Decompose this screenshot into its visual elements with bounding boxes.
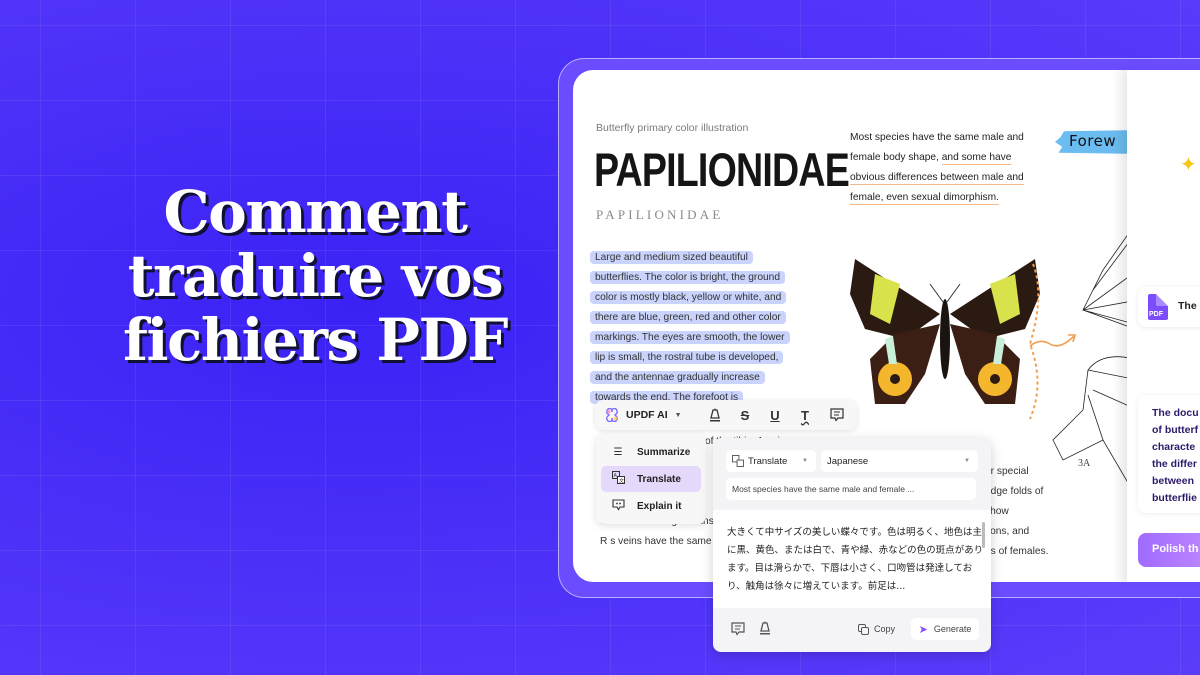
menu-item-label: Translate xyxy=(637,473,681,485)
curved-arrow-icon xyxy=(1029,334,1077,347)
text-line: or special xyxy=(985,466,1029,477)
underline-tool-button[interactable]: U xyxy=(763,400,787,430)
text-line[interactable]: markings. The eyes are smooth, the lower xyxy=(590,331,790,344)
menu-item-explain[interactable]: Explain it xyxy=(601,493,701,519)
menu-item-label: Summarize xyxy=(637,446,691,458)
squiggly-tool-button[interactable]: T xyxy=(793,400,817,430)
underline-icon: U xyxy=(770,407,780,423)
ai-action-menu: ☰ Summarize A文 Translate Explain it xyxy=(596,434,706,524)
pdf-file-name: The I xyxy=(1178,300,1200,312)
pdf-file-card[interactable]: PDF The I xyxy=(1138,287,1200,327)
menu-item-translate[interactable]: A文 Translate xyxy=(601,466,701,492)
chevron-down-icon: ▼ xyxy=(802,458,808,464)
right-paragraph-partial: or special edge folds of show sons, and … xyxy=(985,462,1048,562)
text-line: female body shape, xyxy=(850,152,942,163)
copy-icon xyxy=(858,623,869,635)
svg-text:A: A xyxy=(613,473,617,479)
highlighter-icon xyxy=(710,408,720,422)
menu-item-label: Explain it xyxy=(637,500,682,512)
chevron-down-icon: ▼ xyxy=(964,458,970,464)
summary-line: the differ xyxy=(1152,458,1197,470)
generate-button[interactable]: ➤ Generate xyxy=(911,618,979,640)
strikethrough-icon: S xyxy=(740,407,750,423)
underlined-text: female, even sexual dimorphism. xyxy=(850,192,999,205)
text-line[interactable]: color is mostly black, yellow or white, … xyxy=(590,291,787,304)
mode-select[interactable]: Translate ▼ xyxy=(726,450,816,472)
highlighter-icon xyxy=(760,621,770,635)
text-line[interactable]: lip is small, the rostral tube is develo… xyxy=(590,351,784,364)
translate-icon xyxy=(732,455,744,467)
squiggly-text-icon: T xyxy=(801,407,809,423)
underlined-text: and some have xyxy=(941,152,1012,165)
comment-tool-button[interactable] xyxy=(825,400,849,430)
translate-icon: A文 xyxy=(610,471,626,487)
headline: Comment traduire vos fichiers PDF xyxy=(95,180,535,372)
highlight-tool-button[interactable] xyxy=(703,400,727,430)
text-line: show xyxy=(985,506,1009,517)
doc-title: PAPILIONIDAE xyxy=(594,143,850,196)
polish-button[interactable]: Polish th xyxy=(1138,533,1200,567)
text-line[interactable]: butterflies. The color is bright, the gr… xyxy=(590,271,785,284)
language-select[interactable]: Japanese ▼ xyxy=(821,450,978,472)
mode-select-value: Translate xyxy=(748,455,788,467)
comment-icon xyxy=(830,408,844,422)
add-comment-button[interactable] xyxy=(731,622,745,641)
updf-ai-dropdown[interactable]: UPDF AI ▼ xyxy=(605,400,695,430)
headline-line-1: Comment xyxy=(163,178,468,246)
text-line: edge folds of xyxy=(985,486,1044,497)
diagram-label: 3A xyxy=(1078,458,1091,469)
menu-item-summarize[interactable]: ☰ Summarize xyxy=(601,439,701,465)
list-icon: ☰ xyxy=(613,446,623,458)
text-line: R s veins have the same xyxy=(600,536,712,547)
result-line: ます。目は滑らかで、下唇は小さく、口吻管は発達してお xyxy=(727,563,973,574)
text-line[interactable]: Large and medium sized beautiful xyxy=(590,251,753,264)
copy-label: Copy xyxy=(874,624,896,634)
selection-toolbar: UPDF AI ▼ S U T xyxy=(595,400,857,430)
result-line: に黒、黄色、または白で、青や緑、赤などの色の斑点があり xyxy=(727,545,984,556)
doc-title-spaced: PAPILIONIDAE xyxy=(596,207,724,222)
summary-line: between xyxy=(1152,475,1195,487)
strikethrough-tool-button[interactable]: S xyxy=(733,400,757,430)
result-line: り、触角は徐々に増えています。前足は... xyxy=(727,581,906,592)
text-line: sons, and xyxy=(985,526,1030,537)
comment-icon xyxy=(731,622,745,636)
updf-ai-label: UPDF AI xyxy=(626,409,668,421)
headline-line-2: traduire vos xyxy=(127,242,504,310)
result-scrollbar[interactable] xyxy=(982,522,985,548)
translate-popup: Translate ▼ Japanese ▼ Most species have… xyxy=(713,438,991,652)
pdf-file-icon: PDF xyxy=(1148,294,1168,320)
text-line[interactable]: there are blue, green, red and other col… xyxy=(590,311,786,324)
doc-caption: Butterfly primary color illustration xyxy=(596,122,749,134)
sticker-text: Forew xyxy=(1069,132,1117,150)
updf-ai-logo-icon xyxy=(606,408,618,422)
text-line: es of females. xyxy=(985,546,1049,557)
summary-line: of butterf xyxy=(1152,424,1199,436)
summary-line: butterflie xyxy=(1152,492,1197,504)
source-text-field[interactable]: Most species have the same male and fema… xyxy=(726,478,976,500)
ai-summary-card: The docu of butterf characte the differ … xyxy=(1138,395,1200,513)
summary-line: The docu xyxy=(1152,407,1199,419)
send-icon: ➤ xyxy=(918,623,928,636)
popup-footer: Copy ➤ Generate xyxy=(713,608,991,652)
add-highlight-button[interactable] xyxy=(758,621,772,640)
highlighted-paragraph[interactable]: Large and medium sized beautiful butterf… xyxy=(590,248,795,408)
underlined-text: obvious differences between male and xyxy=(850,172,1024,185)
explain-icon xyxy=(610,498,626,514)
text-line: Most species have the same male and xyxy=(850,132,1024,143)
translation-result[interactable]: 大きくて中サイズの美しい蝶々です。色は明るく、地色は主 に黒、黄色、または白で、… xyxy=(713,510,991,608)
sparkle-icon: ✦ xyxy=(1180,154,1197,176)
butterfly-image xyxy=(850,259,1040,420)
summary-line: characte xyxy=(1152,441,1196,453)
chevron-down-icon: ▼ xyxy=(674,411,682,419)
text-line[interactable]: and the antennae gradually increase xyxy=(590,371,765,384)
butterfly-body xyxy=(940,299,950,379)
language-select-value: Japanese xyxy=(827,455,869,467)
svg-text:文: 文 xyxy=(619,478,624,485)
result-line: 大きくて中サイズの美しい蝶々です。色は明るく、地色は主 xyxy=(727,527,982,538)
headline-line-3: fichiers PDF xyxy=(123,306,508,374)
generate-label: Generate xyxy=(933,624,972,634)
right-paragraph: Most species have the same male and fema… xyxy=(850,128,1024,208)
copy-button[interactable]: Copy xyxy=(858,618,895,640)
